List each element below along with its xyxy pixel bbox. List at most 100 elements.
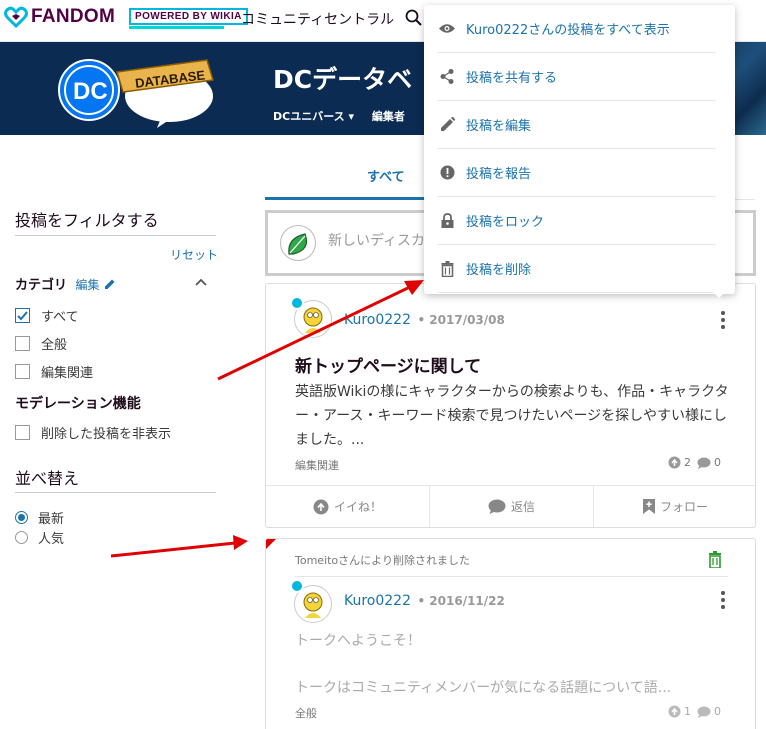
category-label: カテゴリ bbox=[15, 278, 68, 293]
post-category[interactable]: 編集関連 bbox=[295, 457, 339, 473]
author-name[interactable]: Kuro0222 bbox=[344, 312, 411, 328]
trash-icon bbox=[441, 260, 453, 277]
menu-item-label: 投稿を編集 bbox=[466, 119, 532, 134]
post-body[interactable]: 英語版Wikiの様にキャラクターからの検索よりも、作品・キャラクター・アース・キ… bbox=[295, 380, 735, 452]
menu-item-label: Kuro0222さんの投稿をすべて表示 bbox=[466, 23, 670, 38]
fandom-heart-icon bbox=[4, 6, 28, 28]
follow-button[interactable]: フォロー bbox=[594, 486, 755, 527]
checkbox[interactable] bbox=[15, 425, 30, 440]
divider bbox=[15, 492, 216, 493]
restore-trash-icon[interactable] bbox=[708, 551, 722, 568]
svg-text:DC: DC bbox=[73, 78, 108, 105]
like-button[interactable]: イイね！ bbox=[266, 486, 430, 527]
avatar bbox=[280, 225, 316, 261]
post-category[interactable]: 全般 bbox=[295, 705, 317, 721]
upvote-icon bbox=[313, 499, 329, 514]
post-author[interactable]: Kuro0222 • 2017/03/08 bbox=[344, 312, 505, 328]
menu-edit-post[interactable]: 投稿を編集 bbox=[438, 101, 716, 149]
post-options-menu: Kuro0222さんの投稿をすべて表示 投稿を共有する 投稿を編集 投稿を報告 … bbox=[424, 5, 735, 298]
menu-item-label: 投稿を共有する bbox=[466, 71, 558, 86]
hide-deleted-option[interactable]: 削除した投稿を非表示 bbox=[15, 423, 171, 442]
reply-label: 返信 bbox=[510, 500, 535, 514]
menu-report-post[interactable]: 投稿を報告 bbox=[438, 149, 716, 197]
post-title[interactable]: 新トップページに関して bbox=[295, 352, 481, 377]
category-option-editing[interactable]: 編集関連 bbox=[15, 362, 93, 381]
share-icon bbox=[440, 69, 454, 84]
radio-selected[interactable] bbox=[15, 511, 28, 524]
upvote-icon bbox=[668, 456, 681, 469]
more-options-icon[interactable] bbox=[721, 311, 725, 332]
sort-option-popular[interactable]: 人気 bbox=[15, 528, 64, 547]
chevron-up-icon[interactable] bbox=[194, 277, 208, 287]
nav-dc-universe[interactable]: DCユニバース ▾ bbox=[273, 110, 354, 123]
tab-all[interactable]: すべて bbox=[367, 166, 405, 185]
deleted-corner-marker bbox=[266, 539, 276, 549]
upvote-count: 2 bbox=[684, 456, 691, 469]
pencil-icon[interactable] bbox=[104, 278, 116, 290]
category-option-all[interactable]: すべて bbox=[15, 306, 79, 325]
wiki-nav: DCユニバース ▾ 編集者 bbox=[273, 108, 419, 124]
nav-editors[interactable]: 編集者 bbox=[372, 110, 405, 123]
reply-button[interactable]: 返信 bbox=[430, 486, 594, 527]
post-author[interactable]: Kuro0222 • 2016/11/22 bbox=[344, 593, 505, 609]
post-actions: イイね！ 返信 フォロー bbox=[266, 485, 755, 527]
category-edit-link[interactable]: 編集 bbox=[76, 278, 100, 292]
category-option-label: 全般 bbox=[41, 338, 68, 353]
radio[interactable] bbox=[15, 531, 28, 544]
moderation-heading: モデレーション機能 bbox=[15, 396, 141, 412]
dc-database-logo[interactable]: DC DATABASE bbox=[57, 52, 217, 128]
category-option-label: 編集関連 bbox=[41, 366, 94, 381]
menu-lock-post[interactable]: 投稿をロック bbox=[438, 197, 716, 245]
menu-delete-post[interactable]: 投稿を削除 bbox=[438, 245, 716, 293]
filter-title: 投稿をフィルタする bbox=[15, 211, 159, 230]
wiki-title[interactable]: DCデータベ bbox=[273, 60, 412, 96]
deleted-post-card[interactable]: Tomeitoさんにより削除されました Kuro0222 • 2016/11/2… bbox=[265, 538, 756, 729]
pencil-icon bbox=[440, 117, 455, 131]
menu-item-label: 投稿をロック bbox=[466, 215, 545, 230]
menu-item-label: 投稿を削除 bbox=[466, 263, 532, 278]
like-label: イイね！ bbox=[333, 500, 382, 514]
post-body[interactable]: トークはコミュニティメンバーが気になる話題について語... bbox=[295, 677, 735, 697]
checkbox[interactable] bbox=[15, 364, 30, 379]
leaf-avatar-icon bbox=[288, 233, 308, 255]
post-date: • 2016/11/22 bbox=[417, 594, 505, 608]
staff-badge-icon bbox=[290, 296, 304, 310]
category-heading: カテゴリ 編集 bbox=[15, 274, 116, 293]
powered-by-wikia: POWERED BY WIKIA bbox=[129, 8, 248, 25]
post-stats: 1 0 bbox=[668, 705, 721, 718]
reply-count: 0 bbox=[714, 705, 721, 718]
sort-option-latest[interactable]: 最新 bbox=[15, 508, 64, 527]
reset-link[interactable]: リセット bbox=[170, 246, 218, 263]
sort-option-label: 人気 bbox=[38, 532, 65, 547]
menu-item-label: 投稿を報告 bbox=[466, 167, 532, 182]
post-title[interactable]: トークへようこそ！ bbox=[295, 630, 735, 650]
sort-title: 並べ替え bbox=[15, 469, 80, 488]
divider bbox=[295, 576, 728, 577]
category-option-label: すべて bbox=[41, 310, 79, 325]
divider bbox=[15, 235, 216, 236]
category-option-general[interactable]: 全般 bbox=[15, 334, 67, 353]
eye-icon bbox=[439, 24, 455, 33]
deleted-by-note: Tomeitoさんにより削除されました bbox=[295, 554, 470, 567]
alert-icon bbox=[440, 165, 454, 180]
fandom-logo[interactable]: FANDOM bbox=[4, 6, 115, 28]
annotation-arrow-deleted bbox=[110, 535, 248, 558]
menu-caret bbox=[711, 290, 727, 298]
checkbox[interactable] bbox=[15, 336, 30, 351]
staff-badge-icon bbox=[290, 579, 304, 593]
post-date: • 2017/03/08 bbox=[417, 313, 505, 327]
menu-view-all-posts[interactable]: Kuro0222さんの投稿をすべて表示 bbox=[438, 5, 716, 53]
search-icon[interactable] bbox=[405, 9, 423, 27]
post-card[interactable]: Kuro0222 • 2017/03/08 新トップページに関して 英語版Wik… bbox=[265, 283, 756, 528]
author-name[interactable]: Kuro0222 bbox=[344, 593, 411, 609]
more-options-icon[interactable] bbox=[721, 591, 725, 612]
bookmark-plus-icon bbox=[642, 499, 655, 514]
hide-deleted-label: 削除した投稿を非表示 bbox=[41, 427, 172, 442]
fandom-wordmark: FANDOM bbox=[31, 6, 116, 27]
reply-count-icon bbox=[697, 706, 711, 718]
checkbox-checked[interactable] bbox=[15, 308, 30, 323]
reply-count: 0 bbox=[714, 456, 721, 469]
community-central-link[interactable]: コミュニティセントラル bbox=[241, 9, 394, 29]
reply-count-icon bbox=[697, 457, 711, 469]
menu-share-post[interactable]: 投稿を共有する bbox=[438, 53, 716, 101]
